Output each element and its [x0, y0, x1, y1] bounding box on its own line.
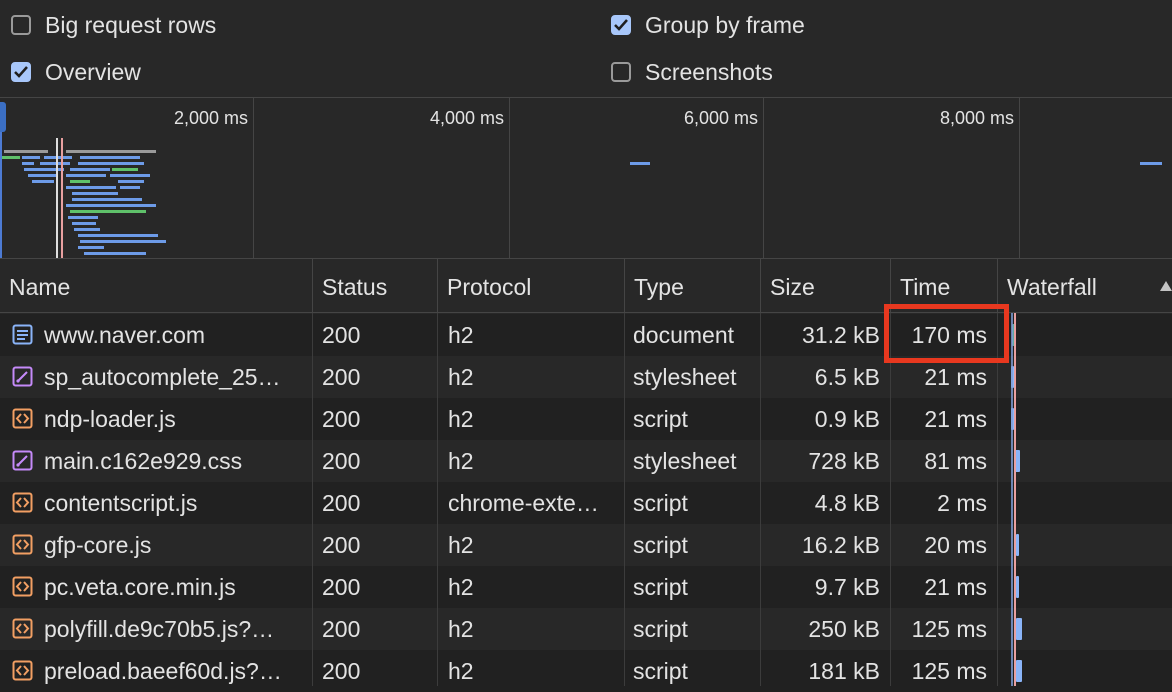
column-divider[interactable]: [997, 313, 998, 686]
screenshots-option[interactable]: Screenshots: [611, 59, 773, 85]
column-divider[interactable]: [624, 313, 625, 686]
request-waterfall: [998, 566, 1172, 608]
request-status: 200: [322, 364, 361, 390]
request-waterfall: [998, 314, 1172, 356]
request-protocol: h2: [448, 616, 474, 642]
screenshots-checkbox[interactable]: [611, 62, 631, 82]
request-time: 2 ms: [937, 490, 987, 516]
request-type: script: [633, 406, 688, 432]
time-cell-highlight-box: [884, 304, 1009, 363]
big-request-rows-label: Big request rows: [45, 11, 217, 38]
column-divider[interactable]: [760, 313, 761, 686]
request-status: 200: [322, 616, 361, 642]
column-header-type[interactable]: Type: [625, 259, 761, 312]
big-request-rows-checkbox[interactable]: [11, 15, 31, 35]
column-header-name[interactable]: Name: [0, 259, 313, 312]
request-type: script: [633, 490, 688, 516]
request-waterfall: [998, 482, 1172, 524]
screenshots-label: Screenshots: [645, 58, 773, 85]
request-name: pc.veta.core.min.js: [44, 574, 236, 600]
request-status: 200: [322, 574, 361, 600]
network-overview[interactable]: 2,000 ms 4,000 ms 6,000 ms 8,000 ms: [0, 97, 1172, 259]
request-waterfall: [998, 356, 1172, 398]
request-waterfall: [998, 398, 1172, 440]
request-time: 125 ms: [911, 616, 987, 642]
request-protocol: h2: [448, 406, 474, 432]
sort-ascending-icon: [1160, 281, 1172, 291]
overview-activity-graph: [2, 138, 1162, 258]
request-protocol: h2: [448, 448, 474, 474]
request-name: ndp-loader.js: [44, 406, 176, 432]
column-header-waterfall[interactable]: Waterfall: [998, 259, 1172, 312]
request-type: script: [633, 532, 688, 558]
request-size: 250 kB: [808, 616, 880, 642]
request-time: 20 ms: [924, 532, 987, 558]
request-size: 9.7 kB: [814, 574, 880, 600]
request-name: www.naver.com: [44, 322, 206, 348]
waterfall-bar: [1016, 534, 1019, 556]
request-size: 728 kB: [808, 448, 880, 474]
overview-checkbox[interactable]: [11, 62, 31, 82]
overview-label: Overview: [45, 58, 141, 85]
column-divider[interactable]: [890, 313, 891, 686]
request-protocol: h2: [448, 532, 474, 558]
request-type: stylesheet: [633, 364, 737, 390]
big-request-rows-option[interactable]: Big request rows: [11, 12, 216, 38]
request-status: 200: [322, 322, 361, 348]
request-name: contentscript.js: [44, 490, 198, 516]
request-name: gfp-core.js: [44, 532, 152, 558]
request-time: 21 ms: [924, 406, 987, 432]
request-status: 200: [322, 406, 361, 432]
request-protocol: h2: [448, 322, 474, 348]
network-settings-panel: Big request rows Overview Group by frame…: [0, 0, 1172, 97]
request-waterfall: [998, 524, 1172, 566]
waterfall-bar: [1016, 660, 1022, 682]
request-name: main.c162e929.css: [44, 448, 243, 474]
request-name: polyfill.de9c70b5.js?…: [44, 616, 275, 642]
column-divider[interactable]: [437, 313, 438, 686]
request-protocol: h2: [448, 364, 474, 390]
request-size: 16.2 kB: [802, 532, 880, 558]
column-header-protocol[interactable]: Protocol: [438, 259, 625, 312]
request-size: 31.2 kB: [802, 322, 880, 348]
request-size: 4.8 kB: [814, 490, 880, 516]
group-by-frame-label: Group by frame: [645, 11, 805, 38]
request-size: 6.5 kB: [814, 364, 880, 390]
group-by-frame-checkbox[interactable]: [611, 15, 631, 35]
waterfall-bar: [1016, 618, 1022, 640]
request-protocol: h2: [448, 574, 474, 600]
request-type: document: [633, 322, 735, 348]
request-type: script: [633, 616, 688, 642]
column-divider[interactable]: [312, 313, 313, 686]
waterfall-load-event-line: [1014, 313, 1016, 686]
request-status: 200: [322, 532, 361, 558]
request-waterfall: [998, 608, 1172, 650]
waterfall-dom-content-loaded-line: [1011, 313, 1013, 686]
column-header-size[interactable]: Size: [761, 259, 891, 312]
request-status: 200: [322, 448, 361, 474]
request-status: 200: [322, 490, 361, 516]
group-by-frame-option[interactable]: Group by frame: [611, 12, 805, 38]
request-protocol: chrome-exte…: [448, 490, 599, 516]
request-name: sp_autocomplete_25…: [44, 364, 281, 390]
request-type: stylesheet: [633, 448, 737, 474]
column-header-status[interactable]: Status: [313, 259, 438, 312]
request-type: script: [633, 574, 688, 600]
overview-option[interactable]: Overview: [11, 59, 141, 85]
waterfall-bar: [1016, 576, 1019, 598]
request-waterfall: [998, 440, 1172, 482]
request-size: 0.9 kB: [814, 406, 880, 432]
column-header-waterfall-label: Waterfall: [1007, 274, 1097, 300]
request-time: 81 ms: [924, 448, 987, 474]
request-time: 21 ms: [924, 574, 987, 600]
